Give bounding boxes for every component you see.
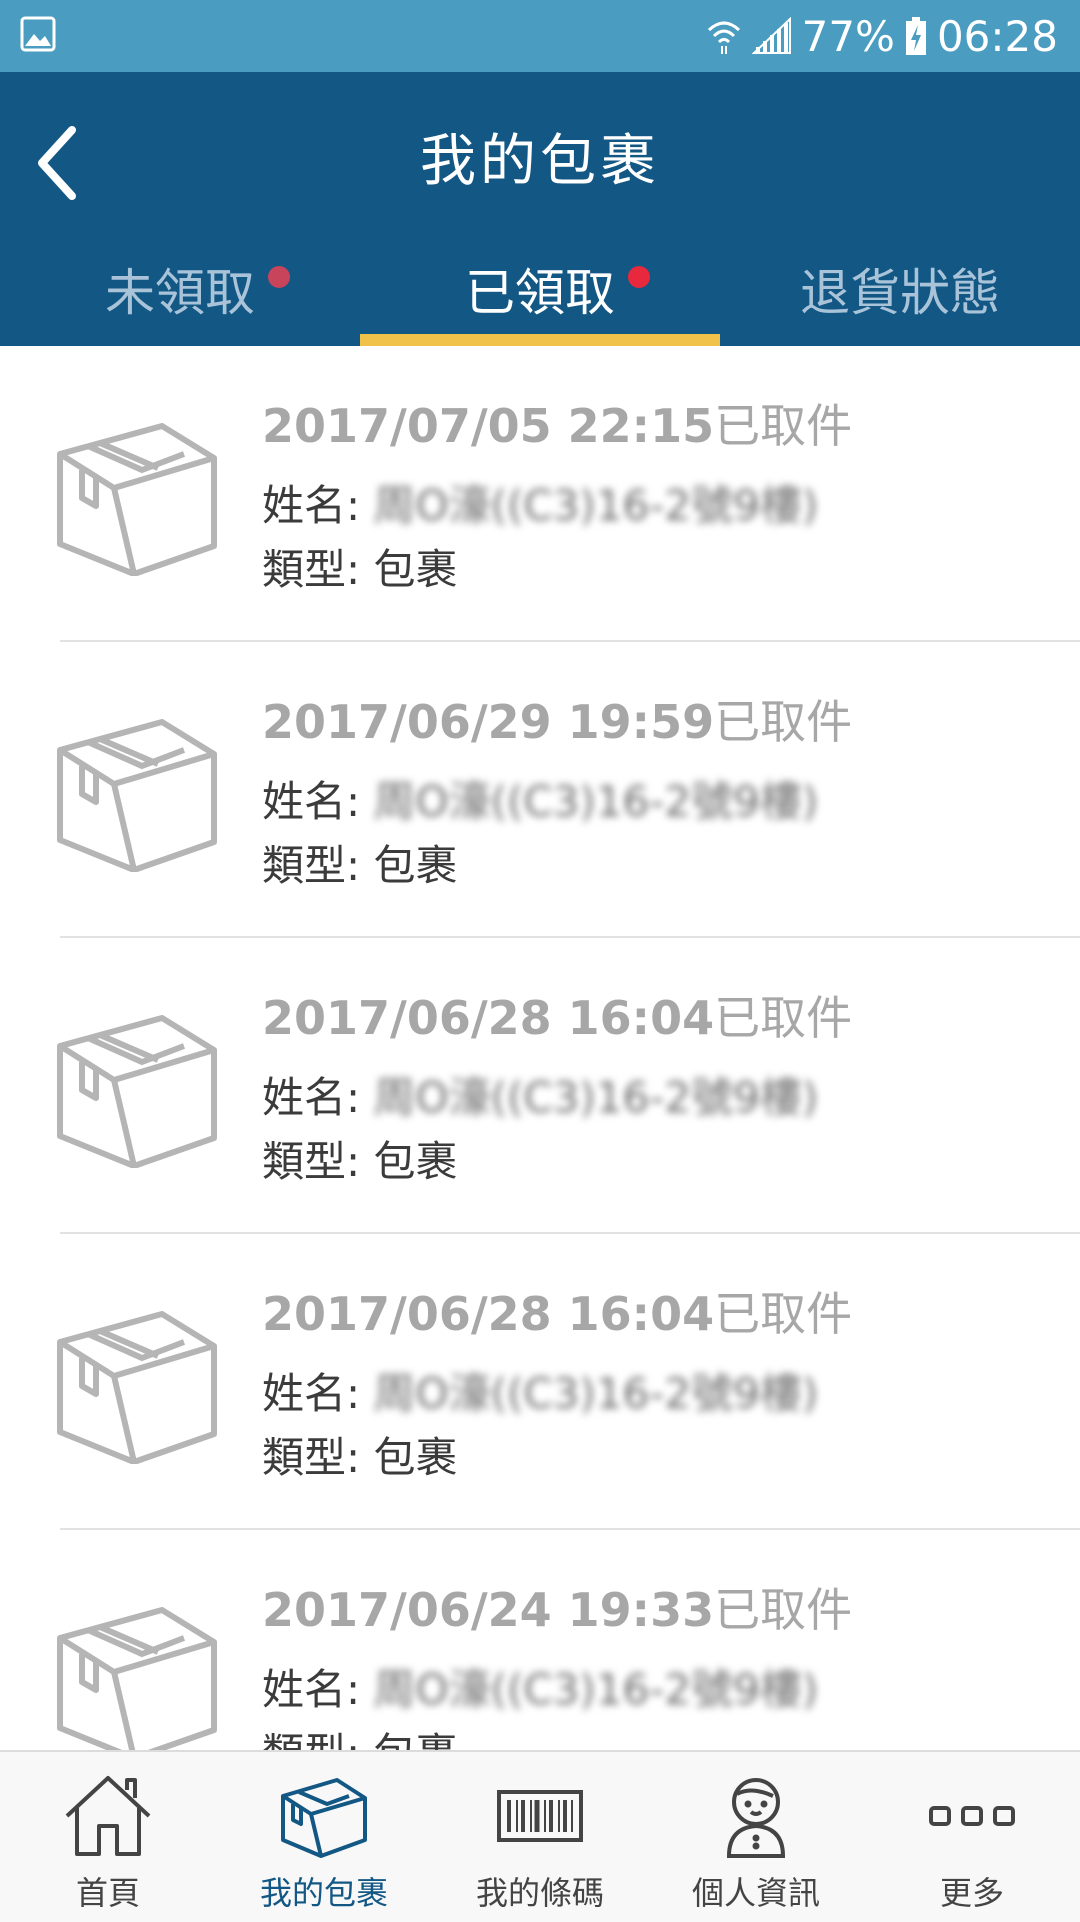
name-label: 姓名:	[262, 1369, 361, 1418]
tab-badge-dot	[628, 266, 650, 288]
type-line: 類型: 包裹	[262, 1720, 458, 1750]
package-type: 包裹	[373, 545, 458, 594]
home-icon	[65, 1776, 151, 1856]
recipient-line: 姓名: 周O濠((C3)16-2號9樓)	[262, 1656, 818, 1717]
nav-label: 個人資訊	[691, 1874, 820, 1912]
battery-charging-icon	[905, 17, 926, 55]
clock: 06:28	[936, 11, 1058, 61]
list-item[interactable]: 2017/06/24 19:33已取件 姓名: 周O濠((C3)16-2號9樓)…	[0, 1530, 1080, 1750]
nav-profile[interactable]: 個人資訊	[648, 1752, 864, 1922]
package-type: 包裹	[373, 1433, 458, 1482]
recipient-name: 周O濠((C3)16-2號9樓)	[373, 1073, 819, 1122]
recipient-line: 姓名: 周O濠((C3)16-2號9樓)	[262, 1064, 818, 1125]
tab-active-indicator	[360, 334, 720, 346]
name-label: 姓名:	[262, 481, 361, 530]
type-line: 類型: 包裹	[262, 1128, 458, 1189]
battery-percent: 77%	[801, 11, 895, 61]
pickup-time: 2017/07/05 22:15	[262, 399, 715, 453]
list-item[interactable]: 2017/06/28 16:04已取件 姓名: 周O濠((C3)16-2號9樓)…	[0, 938, 1080, 1234]
package-type: 包裹	[373, 1137, 458, 1186]
recipient-name: 周O濠((C3)16-2號9樓)	[373, 777, 819, 826]
recipient-name: 周O濠((C3)16-2號9樓)	[373, 1665, 819, 1714]
signal-icon	[751, 17, 791, 54]
recipient-line: 姓名: 周O濠((C3)16-2號9樓)	[262, 472, 818, 533]
package-box-icon	[57, 1607, 217, 1750]
type-label: 類型:	[262, 841, 361, 890]
pickup-time: 2017/06/28 16:04	[262, 991, 715, 1045]
wifi-icon	[707, 21, 740, 54]
more-icon	[929, 1806, 1015, 1826]
type-line: 類型: 包裹	[262, 536, 458, 597]
recipient-name: 周O濠((C3)16-2號9樓)	[373, 1369, 819, 1418]
nav-label: 更多	[939, 1874, 1004, 1912]
nav-label: 我的條碼	[475, 1874, 604, 1912]
recipient-line: 姓名: 周O濠((C3)16-2號9樓)	[262, 1360, 818, 1421]
tab-label: 已領取	[465, 264, 615, 322]
tab-badge-dot	[268, 266, 290, 288]
type-label: 類型:	[262, 1433, 361, 1482]
package-box-icon	[57, 1015, 217, 1168]
package-type: 包裹	[374, 1729, 458, 1750]
type-label: 類型:	[262, 1137, 361, 1186]
gallery-notification-icon	[20, 16, 56, 52]
tab-label: 未領取	[105, 264, 255, 322]
package-box-icon	[57, 1311, 217, 1464]
tab-claimed[interactable]: 已領取	[360, 240, 720, 346]
name-label: 姓名:	[262, 1073, 361, 1122]
pickup-status: 已取件	[714, 1583, 853, 1637]
pickup-status: 已取件	[714, 695, 853, 749]
package-type: 包裹	[373, 841, 458, 890]
status-bar: 77% 06:28	[0, 0, 1080, 72]
package-list: 2017/07/05 22:15已取件 姓名: 周O濠((C3)16-2號9樓)…	[0, 346, 1080, 1750]
pickup-time: 2017/06/28 16:04	[262, 1287, 715, 1341]
nav-home[interactable]: 首頁	[0, 1752, 216, 1922]
type-label: 類型:	[262, 1729, 360, 1750]
status-right: 77% 06:28	[706, 10, 1058, 62]
recipient-name: 周O濠((C3)16-2號9樓)	[373, 481, 819, 530]
app-header: 我的包裹 未領取 已領取 退貨狀態	[0, 72, 1080, 346]
tab-return-status[interactable]: 退貨狀態	[720, 240, 1080, 346]
pickup-status: 已取件	[714, 1287, 853, 1341]
tab-label: 退貨狀態	[800, 264, 1000, 322]
list-item[interactable]: 2017/06/28 16:04已取件 姓名: 周O濠((C3)16-2號9樓)…	[0, 1234, 1080, 1530]
pickup-time: 2017/06/29 19:59	[262, 695, 715, 749]
list-item[interactable]: 2017/06/29 19:59已取件 姓名: 周O濠((C3)16-2號9樓)…	[0, 642, 1080, 938]
list-item[interactable]: 2017/07/05 22:15已取件 姓名: 周O濠((C3)16-2號9樓)…	[0, 346, 1080, 642]
package-box-icon	[57, 719, 217, 872]
pickup-time: 2017/06/24 19:33	[262, 1583, 715, 1637]
page-title: 我的包裹	[420, 129, 660, 194]
type-label: 類型:	[262, 545, 361, 594]
barcode-icon	[497, 1790, 583, 1842]
package-datetime: 2017/06/28 16:04已取件	[262, 1278, 852, 1344]
package-box-icon	[57, 423, 217, 576]
nav-more[interactable]: 更多	[864, 1752, 1080, 1922]
package-datetime: 2017/06/28 16:04已取件	[262, 982, 852, 1048]
package-datetime: 2017/06/29 19:59已取件	[262, 686, 852, 752]
pickup-status: 已取件	[714, 991, 853, 1045]
nav-label: 我的包裹	[259, 1874, 388, 1912]
pickup-status: 已取件	[714, 399, 853, 453]
person-icon	[726, 1778, 786, 1858]
name-label: 姓名:	[262, 1665, 361, 1714]
tab-unclaimed[interactable]: 未領取	[0, 240, 360, 346]
tab-bar: 未領取 已領取 退貨狀態	[0, 240, 1080, 346]
nav-label: 首頁	[75, 1874, 140, 1912]
type-line: 類型: 包裹	[262, 1424, 458, 1485]
bottom-nav: 首頁 我的包裹 我的條碼 個人資訊 更多	[0, 1750, 1080, 1922]
package-datetime: 2017/06/24 19:33已取件	[262, 1574, 852, 1640]
type-line: 類型: 包裹	[262, 832, 458, 893]
nav-my-packages[interactable]: 我的包裹	[216, 1752, 432, 1922]
recipient-line: 姓名: 周O濠((C3)16-2號9樓)	[262, 768, 818, 829]
package-icon	[281, 1778, 367, 1858]
name-label: 姓名:	[262, 777, 361, 826]
package-datetime: 2017/07/05 22:15已取件	[262, 390, 852, 456]
nav-my-barcode[interactable]: 我的條碼	[432, 1752, 648, 1922]
